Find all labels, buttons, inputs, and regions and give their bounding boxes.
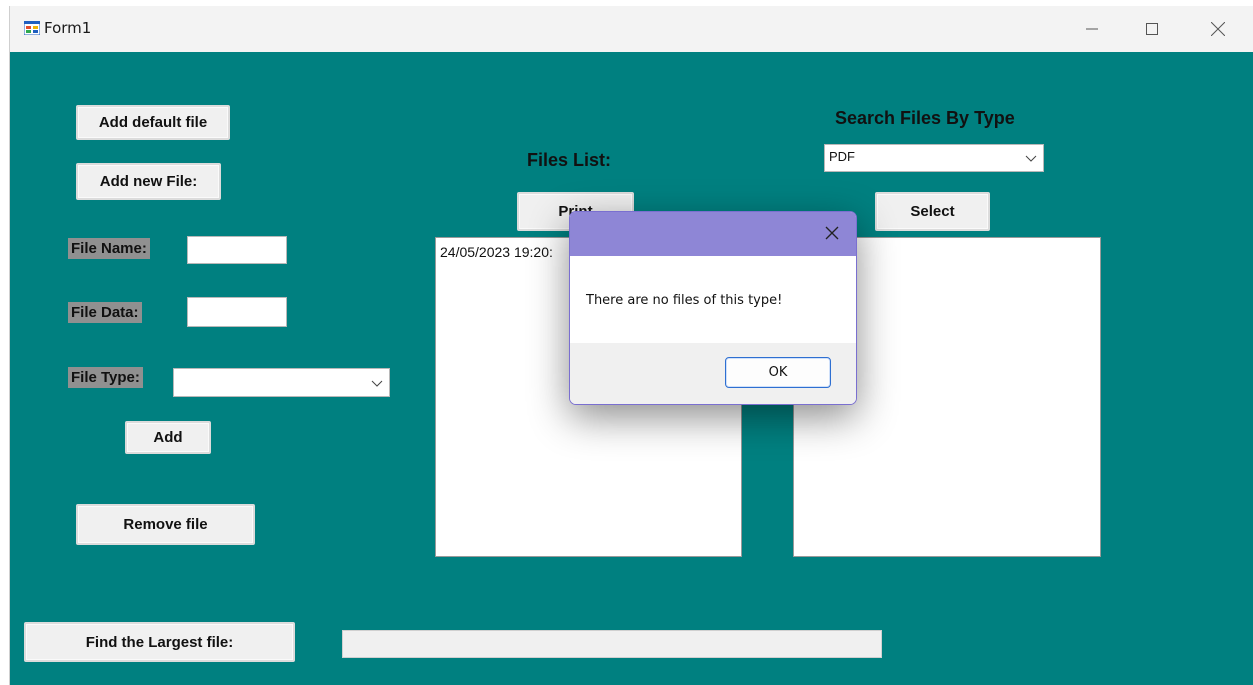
file-data-label: File Data:	[68, 302, 142, 323]
ok-button[interactable]: OK	[725, 357, 831, 388]
close-icon	[1211, 22, 1225, 36]
file-type-label: File Type:	[68, 367, 143, 388]
search-type-select[interactable]: PDF	[824, 144, 1044, 172]
chevron-down-icon	[1025, 155, 1037, 162]
file-type-select[interactable]	[173, 368, 390, 397]
title-bar: Form1	[10, 6, 1253, 52]
select-button[interactable]: Select	[875, 192, 990, 231]
add-new-file-button[interactable]: Add new File:	[76, 163, 221, 200]
add-button[interactable]: Add	[125, 421, 211, 454]
file-name-label: File Name:	[68, 238, 150, 259]
search-type-selected: PDF	[829, 149, 855, 164]
list-item[interactable]: 24/05/2023 19:20:	[440, 244, 553, 260]
file-data-input[interactable]	[187, 297, 287, 327]
file-name-input[interactable]	[187, 236, 287, 264]
maximize-button[interactable]	[1122, 6, 1182, 52]
add-default-file-button[interactable]: Add default file	[76, 105, 230, 140]
minimize-button[interactable]	[1062, 6, 1122, 52]
search-files-by-type-heading: Search Files By Type	[835, 108, 1015, 128]
dialog-message: There are no files of this type!	[586, 293, 783, 308]
window-title: Form1	[44, 19, 92, 37]
maximize-icon	[1146, 23, 1158, 35]
find-largest-file-button[interactable]: Find the Largest file:	[24, 622, 295, 662]
dialog-footer: OK	[570, 343, 856, 404]
files-list-heading: Files List:	[527, 150, 612, 170]
close-button[interactable]	[1188, 6, 1248, 52]
message-dialog: There are no files of this type! OK	[569, 211, 857, 405]
largest-file-result-field	[342, 630, 882, 658]
chevron-down-icon	[371, 380, 383, 387]
close-icon[interactable]	[822, 223, 842, 243]
dialog-title-bar	[570, 212, 856, 256]
remove-file-button[interactable]: Remove file	[76, 504, 255, 545]
form-app-icon	[24, 21, 40, 35]
minimize-icon	[1086, 28, 1098, 30]
